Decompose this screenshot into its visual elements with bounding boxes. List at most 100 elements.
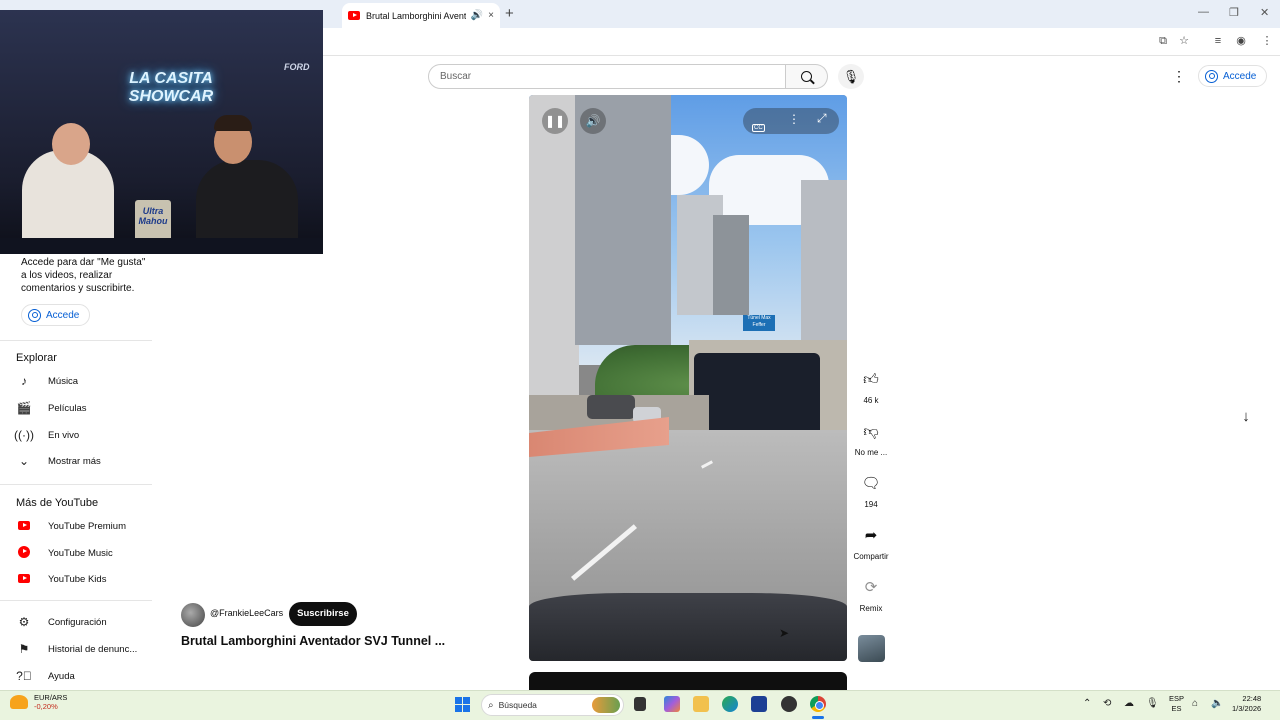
- more-from-youtube-heading: Más de YouTube: [16, 497, 99, 509]
- active-app-indicator: [812, 716, 824, 719]
- pip-desk: [0, 238, 323, 254]
- windows-start-icon[interactable]: [455, 697, 470, 712]
- sidebar-divider: [0, 484, 152, 485]
- new-tab-button[interactable]: +: [505, 5, 514, 22]
- volume-tray-icon[interactable]: 🔈: [1211, 698, 1223, 709]
- captions-button[interactable]: CC: [752, 116, 765, 134]
- tab-title: Brutal Lamborghini Aventad: [366, 10, 466, 21]
- youtube-kids-icon: [18, 574, 30, 583]
- restore-window-button[interactable]: ❐: [1229, 6, 1239, 19]
- pause-icon: ❚❚: [544, 114, 566, 128]
- sidebar-sign-in-button[interactable]: Accede: [21, 304, 91, 326]
- sign-in-button[interactable]: Accede: [1198, 65, 1268, 87]
- sidebar-item-label: YouTube Premium: [48, 520, 126, 532]
- market-widget[interactable]: EUR/ARS -0,20%: [10, 693, 67, 711]
- task-view-icon[interactable]: [634, 697, 646, 711]
- volume-button[interactable]: 🔊: [580, 108, 606, 134]
- more-options-icon[interactable]: ⋮: [1172, 68, 1186, 85]
- sidebar-item-label: Mostrar más: [48, 455, 101, 467]
- tray-chevron-icon[interactable]: ⌃: [1083, 698, 1091, 709]
- dislike-button[interactable]: 👎︎ No me ...: [855, 418, 887, 457]
- taskbar-clock[interactable]: 22:48 1/3/2026: [1232, 694, 1261, 714]
- gear-icon: ⚙: [18, 615, 30, 629]
- youtube-premium-icon: [18, 521, 30, 530]
- user-circle-icon: [28, 308, 41, 322]
- sync-icon[interactable]: ⟲: [1103, 698, 1111, 709]
- sidebar-item-label: Música: [48, 375, 79, 387]
- language-code: ESP: [1169, 694, 1185, 703]
- bookmark-star-icon[interactable]: ☆: [1177, 34, 1191, 48]
- subscribe-button[interactable]: Suscribirse: [289, 602, 357, 626]
- cloud-icon[interactable]: ☁: [1124, 698, 1134, 709]
- app-icon[interactable]: [781, 696, 797, 712]
- pause-button[interactable]: ❚❚: [542, 108, 568, 134]
- tunnel-sign: Túnel Max Feffer: [743, 315, 775, 331]
- thumbs-down-icon: 👎︎: [863, 423, 879, 440]
- video-more-icon[interactable]: ⋮: [788, 112, 800, 126]
- store-icon[interactable]: [751, 696, 767, 712]
- like-count: 46 k: [863, 396, 879, 405]
- sidebar-item-music[interactable]: ♪ Música: [14, 370, 154, 392]
- sidebar-item-show-more[interactable]: ⌄ Mostrar más: [14, 450, 154, 472]
- tab-close-button[interactable]: ×: [488, 10, 494, 21]
- ticker-change: -0,20%: [34, 702, 58, 711]
- chrome-icon[interactable]: [810, 696, 826, 712]
- minimize-window-button[interactable]: —: [1198, 6, 1209, 18]
- video-tunnel: [694, 353, 820, 433]
- sidebar-item-youtube-kids[interactable]: YouTube Kids: [14, 568, 154, 590]
- sidebar-item-movies[interactable]: 🎬 Películas: [14, 397, 154, 419]
- channel-name[interactable]: @FrankieLeeCars: [210, 608, 283, 618]
- video-player[interactable]: Túnel Max Feffer ❚❚ 🔊 CC ⋮ ⤢: [529, 95, 847, 661]
- channel-avatar[interactable]: [181, 603, 205, 627]
- clock-date: 1/3/2026: [1232, 704, 1262, 713]
- sidebar-item-youtube-music[interactable]: YouTube Music: [14, 542, 154, 564]
- copilot-icon[interactable]: [664, 696, 680, 712]
- market-widget-icon: [10, 695, 28, 709]
- sidebar-divider: [0, 600, 152, 601]
- input-language[interactable]: ESP ES: [1169, 694, 1184, 714]
- share-button[interactable]: ➦ Compartir: [853, 522, 888, 561]
- signin-note: Accede para dar "Me gusta" a los videos,…: [21, 257, 146, 294]
- install-app-icon[interactable]: ⧉: [1156, 34, 1170, 48]
- comments-button[interactable]: 🗨 194: [857, 470, 885, 509]
- reading-list-icon[interactable]: ≡: [1211, 34, 1225, 48]
- video-title[interactable]: Brutal Lamborghini Aventador SVJ Tunnel …: [181, 634, 481, 648]
- speaker-icon[interactable]: 🔊: [471, 10, 483, 21]
- mouse-cursor-icon: ➤: [779, 626, 790, 640]
- next-short-preview[interactable]: [529, 672, 847, 692]
- audio-thumbnail[interactable]: [858, 635, 885, 662]
- search-input[interactable]: Buscar: [428, 64, 786, 89]
- pip-brand-text: FORD: [284, 62, 310, 72]
- sidebar-item-label: Historial de denunc...: [48, 643, 138, 655]
- close-window-button[interactable]: ✕: [1260, 6, 1269, 19]
- voice-search-button[interactable]: 🎙: [838, 64, 864, 89]
- video-car-hood: [529, 593, 847, 661]
- browser-tab-active[interactable]: Brutal Lamborghini Aventad 🔊 ×: [342, 3, 500, 28]
- sidebar-item-report-history[interactable]: ⚑ Historial de denunc...: [14, 638, 154, 660]
- dislike-label: No me ...: [854, 448, 888, 457]
- edge-icon[interactable]: [722, 696, 738, 712]
- taskbar-search[interactable]: ⌕ Búsqueda: [481, 694, 624, 716]
- remix-button[interactable]: ⟳ Remix: [857, 574, 885, 613]
- mic-tray-icon[interactable]: 🎙: [1146, 698, 1159, 709]
- pip-neon-sign: LA CASITA SHOWCAR: [128, 70, 214, 105]
- volume-icon: 🔊: [585, 114, 601, 128]
- next-video-arrow-icon[interactable]: ↓: [1234, 405, 1258, 429]
- sidebar-item-help[interactable]: ?⃝ Ayuda: [14, 665, 154, 687]
- network-icon[interactable]: ⌂: [1192, 698, 1198, 709]
- file-explorer-icon[interactable]: [693, 696, 709, 712]
- keyboard-layout: ES: [1171, 704, 1182, 713]
- sidebar-divider: [0, 340, 152, 341]
- browser-menu-icon[interactable]: ⋮: [1260, 34, 1274, 48]
- sidebar-item-live[interactable]: ((·)) En vivo: [14, 424, 154, 446]
- sidebar-sign-in-label: Accede: [46, 309, 80, 321]
- sidebar-item-settings[interactable]: ⚙ Configuración: [14, 611, 154, 633]
- clapperboard-icon: 🎬: [16, 401, 32, 415]
- search-button[interactable]: [786, 64, 828, 89]
- youtube-music-icon: [18, 545, 30, 558]
- sidebar-item-youtube-premium[interactable]: YouTube Premium: [14, 515, 154, 537]
- fullscreen-icon[interactable]: ⤢: [817, 111, 827, 126]
- like-button[interactable]: 👍︎ 46 k: [857, 366, 885, 405]
- profile-icon[interactable]: ◉: [1234, 34, 1248, 48]
- picture-in-picture-video[interactable]: LA CASITA SHOWCAR FORD Ultra Mahou: [0, 10, 323, 254]
